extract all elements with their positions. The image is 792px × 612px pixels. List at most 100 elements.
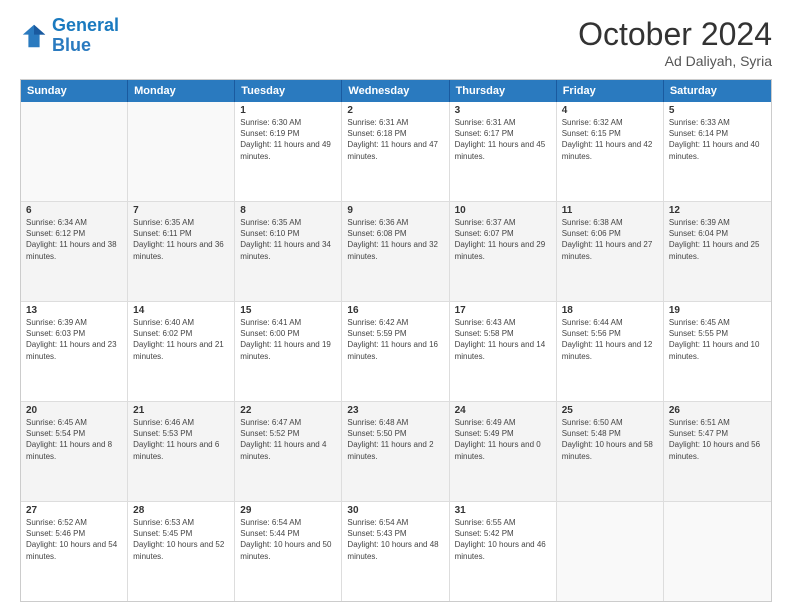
day-number: 13 [26,305,122,316]
cell-details: Sunrise: 6:43 AM Sunset: 5:58 PM Dayligh… [455,317,551,362]
calendar-cell: 6Sunrise: 6:34 AM Sunset: 6:12 PM Daylig… [21,202,128,301]
calendar-cell: 11Sunrise: 6:38 AM Sunset: 6:06 PM Dayli… [557,202,664,301]
day-number: 9 [347,205,443,216]
calendar-cell: 22Sunrise: 6:47 AM Sunset: 5:52 PM Dayli… [235,402,342,501]
day-header-friday: Friday [557,80,664,102]
cell-details: Sunrise: 6:51 AM Sunset: 5:47 PM Dayligh… [669,417,766,462]
header: General Blue October 2024 Ad Daliyah, Sy… [20,16,772,69]
calendar-cell: 2Sunrise: 6:31 AM Sunset: 6:18 PM Daylig… [342,102,449,201]
day-header-monday: Monday [128,80,235,102]
cell-details: Sunrise: 6:50 AM Sunset: 5:48 PM Dayligh… [562,417,658,462]
calendar-cell [664,502,771,601]
day-number: 4 [562,105,658,116]
day-number: 8 [240,205,336,216]
logo-icon [20,22,48,50]
cell-details: Sunrise: 6:54 AM Sunset: 5:44 PM Dayligh… [240,517,336,562]
cell-details: Sunrise: 6:41 AM Sunset: 6:00 PM Dayligh… [240,317,336,362]
calendar-cell: 26Sunrise: 6:51 AM Sunset: 5:47 PM Dayli… [664,402,771,501]
calendar: SundayMondayTuesdayWednesdayThursdayFrid… [20,79,772,602]
calendar-cell: 28Sunrise: 6:53 AM Sunset: 5:45 PM Dayli… [128,502,235,601]
day-header-saturday: Saturday [664,80,771,102]
day-number: 24 [455,405,551,416]
day-number: 5 [669,105,766,116]
cell-details: Sunrise: 6:45 AM Sunset: 5:54 PM Dayligh… [26,417,122,462]
day-number: 11 [562,205,658,216]
calendar-cell: 23Sunrise: 6:48 AM Sunset: 5:50 PM Dayli… [342,402,449,501]
cell-details: Sunrise: 6:30 AM Sunset: 6:19 PM Dayligh… [240,117,336,162]
cell-details: Sunrise: 6:39 AM Sunset: 6:03 PM Dayligh… [26,317,122,362]
day-number: 23 [347,405,443,416]
calendar-cell: 8Sunrise: 6:35 AM Sunset: 6:10 PM Daylig… [235,202,342,301]
calendar-cell: 9Sunrise: 6:36 AM Sunset: 6:08 PM Daylig… [342,202,449,301]
day-number: 20 [26,405,122,416]
cell-details: Sunrise: 6:32 AM Sunset: 6:15 PM Dayligh… [562,117,658,162]
cell-details: Sunrise: 6:48 AM Sunset: 5:50 PM Dayligh… [347,417,443,462]
page: General Blue October 2024 Ad Daliyah, Sy… [0,0,792,612]
day-number: 31 [455,505,551,516]
cell-details: Sunrise: 6:45 AM Sunset: 5:55 PM Dayligh… [669,317,766,362]
day-header-thursday: Thursday [450,80,557,102]
day-number: 19 [669,305,766,316]
calendar-cell: 16Sunrise: 6:42 AM Sunset: 5:59 PM Dayli… [342,302,449,401]
day-number: 3 [455,105,551,116]
day-number: 17 [455,305,551,316]
logo-text: General Blue [52,16,119,56]
day-number: 22 [240,405,336,416]
calendar-cell: 30Sunrise: 6:54 AM Sunset: 5:43 PM Dayli… [342,502,449,601]
day-number: 21 [133,405,229,416]
day-number: 25 [562,405,658,416]
calendar-cell: 4Sunrise: 6:32 AM Sunset: 6:15 PM Daylig… [557,102,664,201]
calendar-cell: 29Sunrise: 6:54 AM Sunset: 5:44 PM Dayli… [235,502,342,601]
cell-details: Sunrise: 6:46 AM Sunset: 5:53 PM Dayligh… [133,417,229,462]
day-number: 18 [562,305,658,316]
day-number: 15 [240,305,336,316]
day-header-wednesday: Wednesday [342,80,449,102]
calendar-row-3: 13Sunrise: 6:39 AM Sunset: 6:03 PM Dayli… [21,301,771,401]
calendar-cell: 27Sunrise: 6:52 AM Sunset: 5:46 PM Dayli… [21,502,128,601]
cell-details: Sunrise: 6:34 AM Sunset: 6:12 PM Dayligh… [26,217,122,262]
calendar-header: SundayMondayTuesdayWednesdayThursdayFrid… [21,80,771,102]
calendar-row-4: 20Sunrise: 6:45 AM Sunset: 5:54 PM Dayli… [21,401,771,501]
calendar-cell: 25Sunrise: 6:50 AM Sunset: 5:48 PM Dayli… [557,402,664,501]
calendar-cell: 21Sunrise: 6:46 AM Sunset: 5:53 PM Dayli… [128,402,235,501]
calendar-cell: 17Sunrise: 6:43 AM Sunset: 5:58 PM Dayli… [450,302,557,401]
day-number: 1 [240,105,336,116]
calendar-cell: 20Sunrise: 6:45 AM Sunset: 5:54 PM Dayli… [21,402,128,501]
day-number: 30 [347,505,443,516]
calendar-row-1: 1Sunrise: 6:30 AM Sunset: 6:19 PM Daylig… [21,102,771,201]
day-header-tuesday: Tuesday [235,80,342,102]
day-number: 16 [347,305,443,316]
calendar-cell: 5Sunrise: 6:33 AM Sunset: 6:14 PM Daylig… [664,102,771,201]
calendar-cell: 19Sunrise: 6:45 AM Sunset: 5:55 PM Dayli… [664,302,771,401]
calendar-cell [557,502,664,601]
calendar-cell: 3Sunrise: 6:31 AM Sunset: 6:17 PM Daylig… [450,102,557,201]
cell-details: Sunrise: 6:38 AM Sunset: 6:06 PM Dayligh… [562,217,658,262]
calendar-row-5: 27Sunrise: 6:52 AM Sunset: 5:46 PM Dayli… [21,501,771,601]
cell-details: Sunrise: 6:40 AM Sunset: 6:02 PM Dayligh… [133,317,229,362]
calendar-cell [21,102,128,201]
day-number: 7 [133,205,229,216]
calendar-cell: 18Sunrise: 6:44 AM Sunset: 5:56 PM Dayli… [557,302,664,401]
cell-details: Sunrise: 6:42 AM Sunset: 5:59 PM Dayligh… [347,317,443,362]
calendar-cell [128,102,235,201]
cell-details: Sunrise: 6:31 AM Sunset: 6:18 PM Dayligh… [347,117,443,162]
calendar-cell: 24Sunrise: 6:49 AM Sunset: 5:49 PM Dayli… [450,402,557,501]
cell-details: Sunrise: 6:49 AM Sunset: 5:49 PM Dayligh… [455,417,551,462]
cell-details: Sunrise: 6:39 AM Sunset: 6:04 PM Dayligh… [669,217,766,262]
cell-details: Sunrise: 6:35 AM Sunset: 6:11 PM Dayligh… [133,217,229,262]
cell-details: Sunrise: 6:47 AM Sunset: 5:52 PM Dayligh… [240,417,336,462]
calendar-cell: 31Sunrise: 6:55 AM Sunset: 5:42 PM Dayli… [450,502,557,601]
cell-details: Sunrise: 6:52 AM Sunset: 5:46 PM Dayligh… [26,517,122,562]
calendar-cell: 12Sunrise: 6:39 AM Sunset: 6:04 PM Dayli… [664,202,771,301]
day-number: 28 [133,505,229,516]
cell-details: Sunrise: 6:36 AM Sunset: 6:08 PM Dayligh… [347,217,443,262]
calendar-cell: 15Sunrise: 6:41 AM Sunset: 6:00 PM Dayli… [235,302,342,401]
location-subtitle: Ad Daliyah, Syria [578,53,772,69]
calendar-cell: 1Sunrise: 6:30 AM Sunset: 6:19 PM Daylig… [235,102,342,201]
calendar-cell: 7Sunrise: 6:35 AM Sunset: 6:11 PM Daylig… [128,202,235,301]
cell-details: Sunrise: 6:54 AM Sunset: 5:43 PM Dayligh… [347,517,443,562]
calendar-body: 1Sunrise: 6:30 AM Sunset: 6:19 PM Daylig… [21,102,771,601]
cell-details: Sunrise: 6:55 AM Sunset: 5:42 PM Dayligh… [455,517,551,562]
calendar-cell: 13Sunrise: 6:39 AM Sunset: 6:03 PM Dayli… [21,302,128,401]
day-number: 10 [455,205,551,216]
